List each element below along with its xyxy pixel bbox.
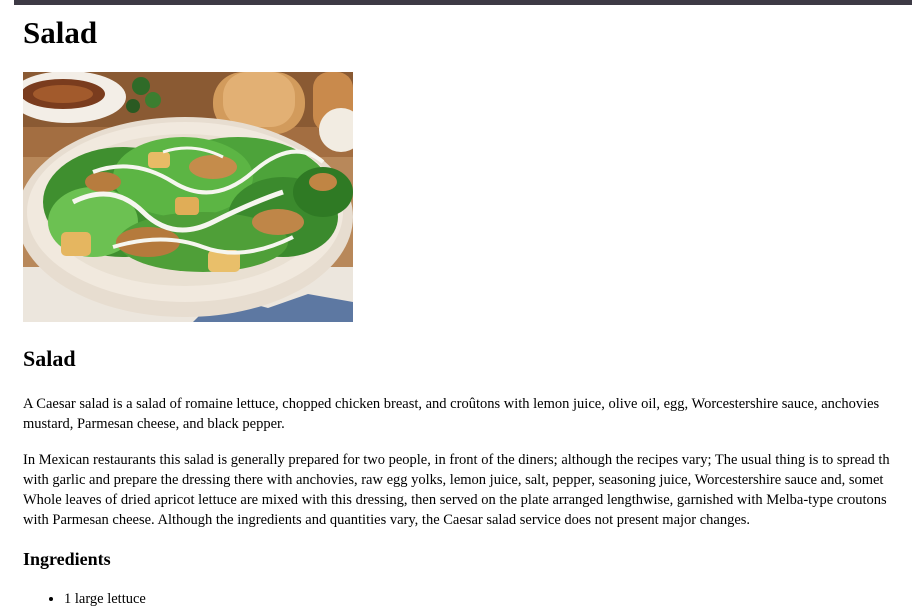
ingredients-title: Ingredients (23, 549, 111, 569)
preparation-paragraph: In Mexican restaurants this salad is gen… (23, 450, 912, 530)
paragraph-line: A Caesar salad is a salad of romaine let… (23, 396, 880, 412)
paragraph-line: mustard, Parmesan cheese, and black pepp… (23, 416, 285, 432)
ingredients-list: 1 large lettuce (23, 589, 146, 609)
paragraph-line: with garlic and prepare the dressing the… (23, 472, 884, 488)
paragraph-line: Whole leaves of dried apricot lettuce ar… (23, 492, 887, 508)
salad-image (23, 72, 353, 322)
section-title: Salad (23, 346, 76, 371)
page-title: Salad (23, 15, 98, 50)
paragraph-line: with Parmesan cheese. Although the ingre… (23, 512, 751, 528)
paragraph-line: In Mexican restaurants this salad is gen… (23, 452, 890, 468)
intro-paragraph: A Caesar salad is a salad of romaine let… (23, 394, 912, 434)
list-item: 1 large lettuce (64, 589, 146, 609)
article: Salad Salad A Caesar salad is a salad of… (23, 5, 912, 607)
